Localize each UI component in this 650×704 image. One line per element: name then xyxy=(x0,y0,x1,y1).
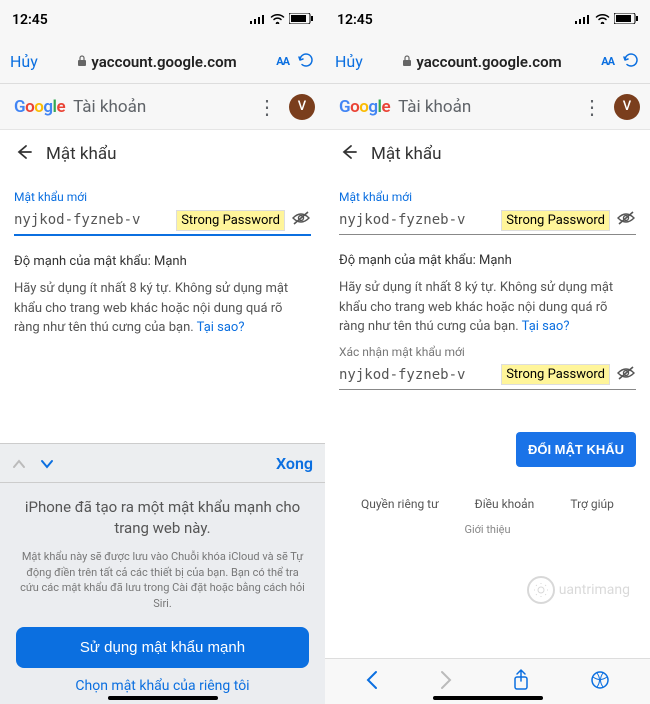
strong-password-badge: Strong Password xyxy=(501,364,610,385)
why-link[interactable]: Tại sao? xyxy=(522,319,570,334)
safari-toolbar: Hủy yaccount.google.com AA xyxy=(325,40,650,84)
strength-text: Độ mạnh của mật khẩu: Mạnh xyxy=(339,253,636,268)
back-icon[interactable] xyxy=(14,143,32,165)
suggest-subtitle: Mật khẩu này sẽ được lưu vào Chuỗi khóa … xyxy=(16,549,309,611)
url-text: yaccount.google.com xyxy=(416,53,561,71)
change-password-button[interactable]: ĐỔI MẬT KHẨU xyxy=(516,432,636,467)
phone-left: 12:45 Hủy yaccount.google.com AA Google … xyxy=(0,0,325,704)
page-content: Mật khẩu mới nyjkod-fyzneb-v Strong Pass… xyxy=(0,178,325,443)
confirm-password-field[interactable]: nyjkod-fyzneb-v Strong Password xyxy=(339,363,636,390)
nav-back-icon[interactable] xyxy=(365,670,379,694)
account-label: Tài khoản xyxy=(398,97,471,117)
status-bar: 12:45 xyxy=(325,0,650,40)
text-size-button[interactable]: AA xyxy=(276,55,289,68)
google-logo: Google xyxy=(339,97,390,117)
text-size-button[interactable]: AA xyxy=(601,55,614,68)
wifi-icon xyxy=(595,12,610,28)
google-logo: Google xyxy=(14,97,65,117)
refresh-icon[interactable] xyxy=(297,51,315,73)
strong-password-badge: Strong Password xyxy=(501,210,610,231)
wifi-icon xyxy=(270,12,285,28)
next-field-icon[interactable] xyxy=(40,454,54,473)
safari-toolbar: Hủy yaccount.google.com AA xyxy=(0,40,325,84)
password-value: nyjkod-fyzneb-v xyxy=(339,367,465,383)
new-password-label: Mật khẩu mới xyxy=(14,190,311,204)
more-icon[interactable]: ⋮ xyxy=(257,95,277,119)
new-password-field[interactable]: nyjkod-fyzneb-v Strong Password xyxy=(14,208,311,236)
signal-icon xyxy=(575,12,591,28)
avatar[interactable]: V xyxy=(614,94,640,120)
google-header: Google Tài khoản ⋮ V xyxy=(0,84,325,130)
strength-text: Độ mạnh của mật khẩu: Mạnh xyxy=(14,254,311,269)
status-bar: 12:45 xyxy=(0,0,325,40)
page-title: Mật khẩu xyxy=(46,144,116,164)
url-text: yaccount.google.com xyxy=(91,53,236,71)
battery-icon xyxy=(289,12,313,28)
lock-icon xyxy=(402,53,412,71)
new-password-label: Mật khẩu mới xyxy=(339,190,636,204)
terms-link[interactable]: Điều khoản xyxy=(475,497,535,511)
home-indicator xyxy=(433,696,543,700)
status-time: 12:45 xyxy=(12,12,48,28)
avatar[interactable]: V xyxy=(289,94,315,120)
page-sub-header: Mật khẩu xyxy=(325,130,650,178)
keyboard-accessory: Xong xyxy=(0,443,325,483)
prev-field-icon xyxy=(12,454,26,473)
why-link[interactable]: Tại sao? xyxy=(197,320,245,335)
password-value: nyjkod-fyzneb-v xyxy=(339,212,465,228)
choose-own-password-link[interactable]: Chọn mật khẩu của riêng tôi xyxy=(16,678,309,694)
visibility-toggle-icon[interactable] xyxy=(616,210,636,230)
about-link[interactable]: Giới thiệu xyxy=(339,519,636,546)
signal-icon xyxy=(250,12,266,28)
address-bar[interactable]: yaccount.google.com xyxy=(371,53,593,71)
page-content: Mật khẩu mới nyjkod-fyzneb-v Strong Pass… xyxy=(325,178,650,658)
hint-text: Hãy sử dụng ít nhất 8 ký tự. Không sử dụ… xyxy=(14,279,311,338)
footer-links: Quyền riêng tư Điều khoản Trợ giúp xyxy=(339,467,636,519)
cancel-button[interactable]: Hủy xyxy=(335,52,363,71)
refresh-icon[interactable] xyxy=(622,51,640,73)
visibility-toggle-icon[interactable] xyxy=(291,210,311,230)
privacy-link[interactable]: Quyền riêng tư xyxy=(361,497,438,511)
new-password-field[interactable]: nyjkod-fyzneb-v Strong Password xyxy=(339,208,636,235)
strong-password-badge: Strong Password xyxy=(176,210,285,231)
more-icon[interactable]: ⋮ xyxy=(582,95,602,119)
confirm-password-label: Xác nhận mật khẩu mới xyxy=(339,345,636,359)
status-time: 12:45 xyxy=(337,12,373,28)
tabs-icon[interactable] xyxy=(590,670,610,694)
password-value: nyjkod-fyzneb-v xyxy=(14,212,140,228)
status-indicators xyxy=(250,12,313,28)
nav-forward-icon xyxy=(439,670,453,694)
help-link[interactable]: Trợ giúp xyxy=(570,497,614,511)
battery-icon xyxy=(614,12,638,28)
account-label: Tài khoản xyxy=(73,97,146,117)
visibility-toggle-icon[interactable] xyxy=(616,365,636,385)
page-sub-header: Mật khẩu xyxy=(0,130,325,178)
use-strong-password-button[interactable]: Sử dụng mật khẩu mạnh xyxy=(16,627,309,668)
home-indicator xyxy=(108,696,218,700)
page-title: Mật khẩu xyxy=(371,144,441,164)
hint-text: Hãy sử dụng ít nhất 8 ký tự. Không sử dụ… xyxy=(339,278,636,337)
share-icon[interactable] xyxy=(512,669,530,695)
google-header: Google Tài khoản ⋮ V xyxy=(325,84,650,130)
lock-icon xyxy=(77,53,87,71)
status-indicators xyxy=(575,12,638,28)
address-bar[interactable]: yaccount.google.com xyxy=(46,53,268,71)
cancel-button[interactable]: Hủy xyxy=(10,52,38,71)
done-button[interactable]: Xong xyxy=(276,454,313,473)
back-icon[interactable] xyxy=(339,143,357,165)
suggest-title: iPhone đã tạo ra một mật khẩu mạnh cho t… xyxy=(16,497,309,539)
phone-right: 12:45 Hủy yaccount.google.com AA Google … xyxy=(325,0,650,704)
strong-password-panel: iPhone đã tạo ra một mật khẩu mạnh cho t… xyxy=(0,483,325,704)
